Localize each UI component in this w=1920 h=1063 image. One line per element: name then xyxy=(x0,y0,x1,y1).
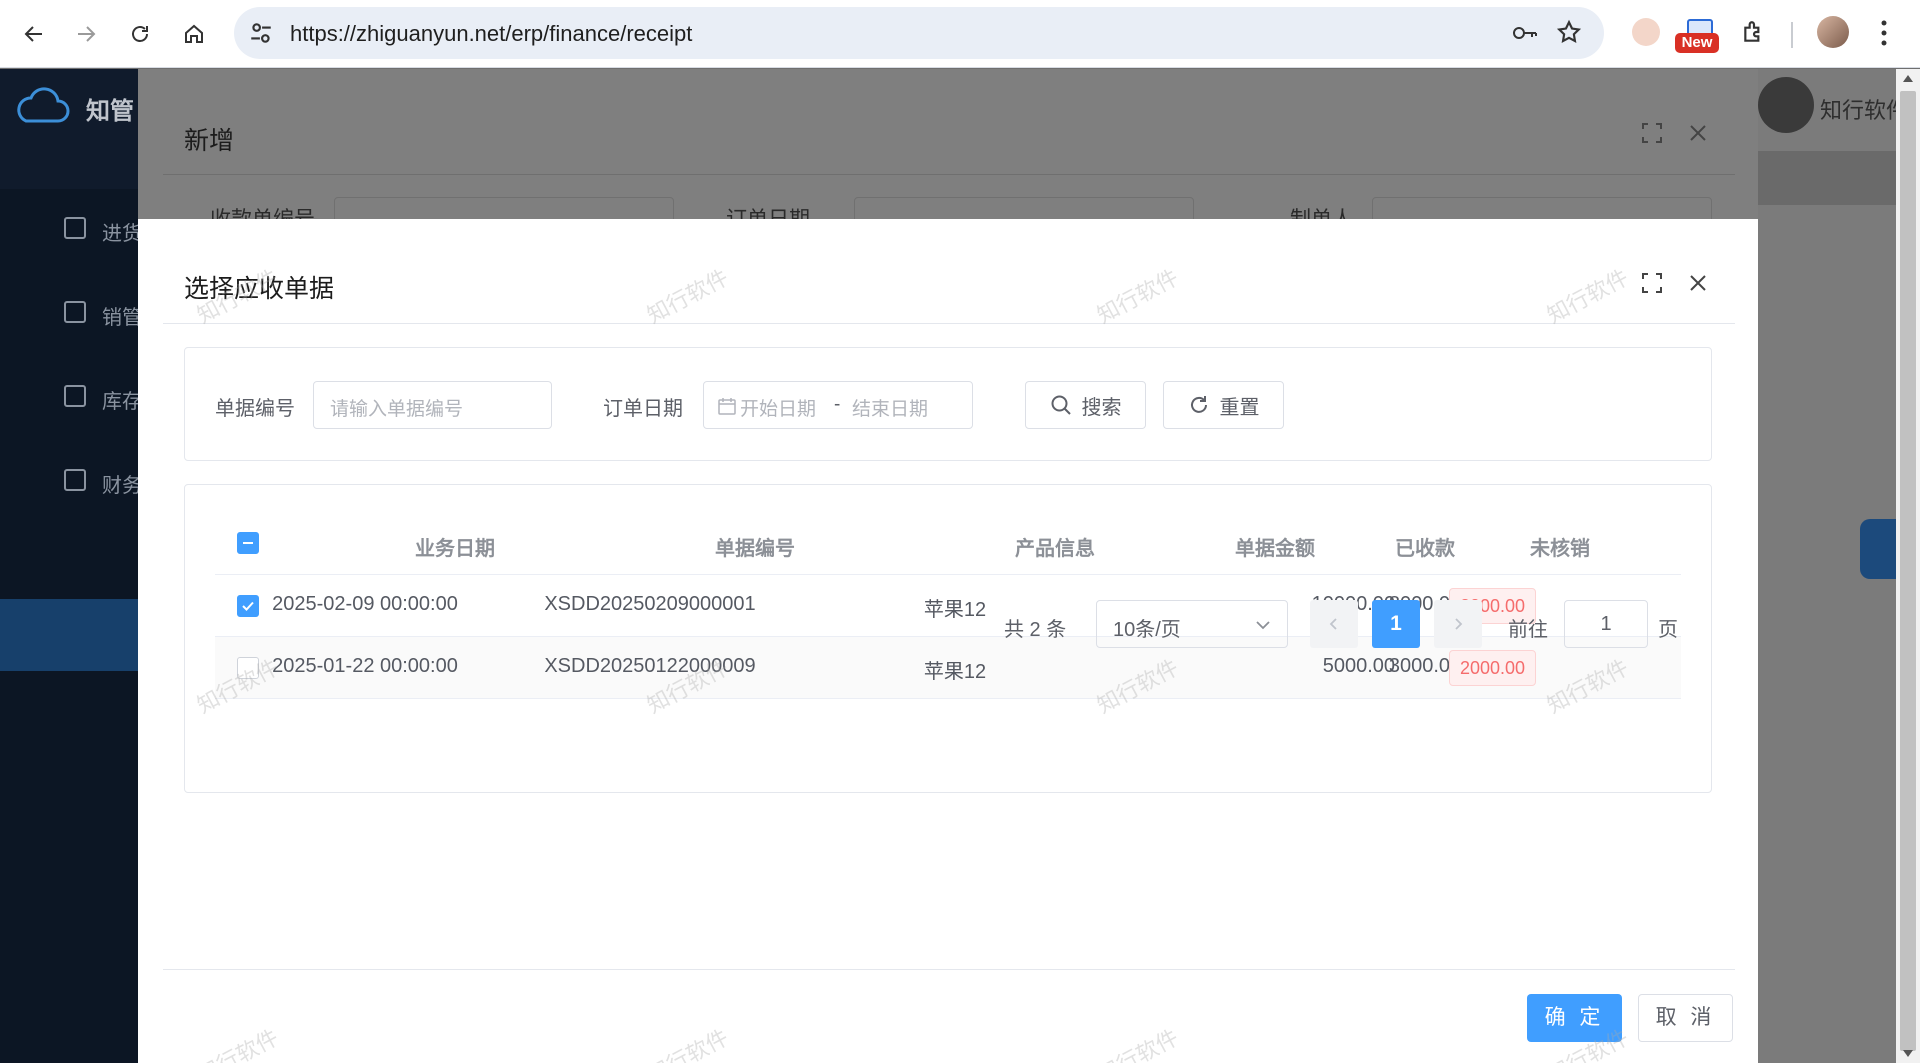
confirm-button[interactable]: 确 定 xyxy=(1527,994,1622,1042)
dialog-header-divider xyxy=(163,323,1735,324)
new-badge-label: New xyxy=(1675,33,1719,53)
watermark: 知行软件 xyxy=(1542,264,1633,329)
watermark: 知行软件 xyxy=(1092,264,1183,329)
date-range-picker[interactable]: 开始日期 - 结束日期 xyxy=(703,381,973,429)
cancel-button[interactable]: 取 消 xyxy=(1638,994,1733,1042)
url-text[interactable]: https://zhiguanyun.net/erp/finance/recei… xyxy=(290,21,692,47)
dialog-footer-divider xyxy=(163,969,1735,970)
search-form: 单据编号 请输入单据编号 订单日期 开始日期 - 结束日期 搜索 重置 xyxy=(184,347,1712,461)
site-settings-icon[interactable] xyxy=(248,20,274,46)
close-icon[interactable] xyxy=(1688,123,1708,143)
scroll-down-icon[interactable] xyxy=(1903,1050,1913,1057)
receivable-table: 业务日期 单据编号 产品信息 单据金额 已收款 未核销 2025-02-09 0… xyxy=(184,484,1712,793)
password-key-icon[interactable] xyxy=(1512,21,1538,45)
watermark: 知行软件 xyxy=(1092,1024,1183,1063)
header-amount: 单据金额 xyxy=(1235,538,1315,560)
brand-name: 知管 xyxy=(86,98,134,125)
logo-area: 知管 xyxy=(0,69,140,189)
finance-icon xyxy=(64,469,86,491)
dialog-title: 选择应收单据 xyxy=(184,275,335,303)
select-all-checkbox[interactable] xyxy=(237,532,259,554)
calendar-icon xyxy=(718,398,736,415)
maximize-icon[interactable] xyxy=(1642,123,1662,143)
sidebar-active-item[interactable] xyxy=(0,599,140,671)
more-menu-icon[interactable] xyxy=(1872,16,1896,50)
page-size-select[interactable]: 10条/页 xyxy=(1096,600,1288,648)
page-suffix: 页 xyxy=(1658,619,1678,641)
page-size-value: 10条/页 xyxy=(1113,619,1181,641)
back-arrow-icon[interactable] xyxy=(14,14,54,54)
cell-date: 2025-01-22 00:00:00 xyxy=(272,655,458,677)
doc-no-label: 单据编号 xyxy=(215,398,295,420)
chevron-right-icon xyxy=(1455,618,1463,630)
inventory-icon xyxy=(64,385,86,407)
date-separator: - xyxy=(834,394,841,415)
search-button[interactable]: 搜索 xyxy=(1025,381,1146,429)
end-date-placeholder: 结束日期 xyxy=(852,399,929,420)
unverified-tag: 2000.00 xyxy=(1449,650,1537,686)
doc-no-placeholder: 请输入单据编号 xyxy=(330,399,464,420)
watermark: 知行软件 xyxy=(192,1024,283,1063)
select-receivable-dialog: 选择应收单据 单据编号 请输入单据编号 订单日期 开始日期 - 结束日期 搜索 … xyxy=(138,219,1758,1063)
header-business-date: 业务日期 xyxy=(415,538,495,560)
start-date-placeholder: 开始日期 xyxy=(740,399,817,420)
pagination-total: 共 2 条 xyxy=(1004,619,1067,641)
sales-icon xyxy=(64,301,86,323)
bookmark-star-icon[interactable] xyxy=(1556,19,1582,45)
scrollbar-thumb[interactable] xyxy=(1900,91,1916,1051)
dialog-title: 新增 xyxy=(184,127,235,155)
cell-product: 苹果12 xyxy=(923,661,987,683)
search-button-label: 搜索 xyxy=(1081,396,1122,419)
page-scrollbar[interactable] xyxy=(1896,69,1920,1063)
next-page-button[interactable] xyxy=(1434,600,1482,648)
goto-page-input[interactable]: 1 xyxy=(1564,600,1648,648)
header-product: 产品信息 xyxy=(1015,538,1095,560)
header-unverified: 未核销 xyxy=(1530,538,1590,560)
toolbar-divider xyxy=(1791,22,1793,48)
address-bar[interactable]: https://zhiguanyun.net/erp/finance/recei… xyxy=(234,7,1604,59)
table-bottom-border xyxy=(215,698,1681,699)
reset-button[interactable]: 重置 xyxy=(1163,381,1284,429)
prev-page-button[interactable] xyxy=(1310,600,1358,648)
watermark: 知行软件 xyxy=(642,1024,733,1063)
header-received: 已收款 xyxy=(1395,538,1455,560)
reset-button-label: 重置 xyxy=(1219,396,1260,419)
user-avatar[interactable] xyxy=(1758,77,1814,133)
chevron-down-icon xyxy=(1256,621,1270,630)
close-icon[interactable] xyxy=(1688,273,1708,293)
dialog-header-divider xyxy=(163,174,1735,175)
cloud-logo-icon xyxy=(17,87,70,123)
goto-label: 前往 xyxy=(1508,619,1548,641)
search-icon xyxy=(1051,395,1071,415)
profile-avatar[interactable] xyxy=(1817,16,1849,48)
doc-no-input[interactable]: 请输入单据编号 xyxy=(313,381,552,429)
forward-arrow-icon[interactable] xyxy=(66,14,106,54)
header-doc-no: 单据编号 xyxy=(715,538,795,560)
cell-doc-no: XSDD20250122000009 xyxy=(544,655,756,677)
sidebar: 知管 进货 销管 库存 财务 xyxy=(0,69,142,1063)
user-name[interactable]: 知行软件 xyxy=(1820,93,1908,125)
order-date-label: 订单日期 xyxy=(603,398,683,420)
extension-new-icon[interactable]: New xyxy=(1675,19,1723,53)
home-icon[interactable] xyxy=(174,14,214,54)
scroll-up-icon[interactable] xyxy=(1903,75,1913,82)
purchase-icon xyxy=(64,217,86,239)
refresh-icon xyxy=(1190,396,1207,413)
cell-doc-no: XSDD20250209000001 xyxy=(544,593,756,615)
watermark: 知行软件 xyxy=(642,264,733,329)
maximize-icon[interactable] xyxy=(1642,273,1662,293)
reload-icon[interactable] xyxy=(120,14,160,54)
extension-avatar-icon[interactable] xyxy=(1628,14,1664,50)
page-number-button[interactable]: 1 xyxy=(1372,600,1420,648)
cell-date: 2025-02-09 00:00:00 xyxy=(272,593,458,615)
browser-toolbar: https://zhiguanyun.net/erp/finance/recei… xyxy=(0,0,1920,68)
chevron-left-icon xyxy=(1329,618,1337,630)
extensions-puzzle-icon[interactable] xyxy=(1736,14,1772,50)
